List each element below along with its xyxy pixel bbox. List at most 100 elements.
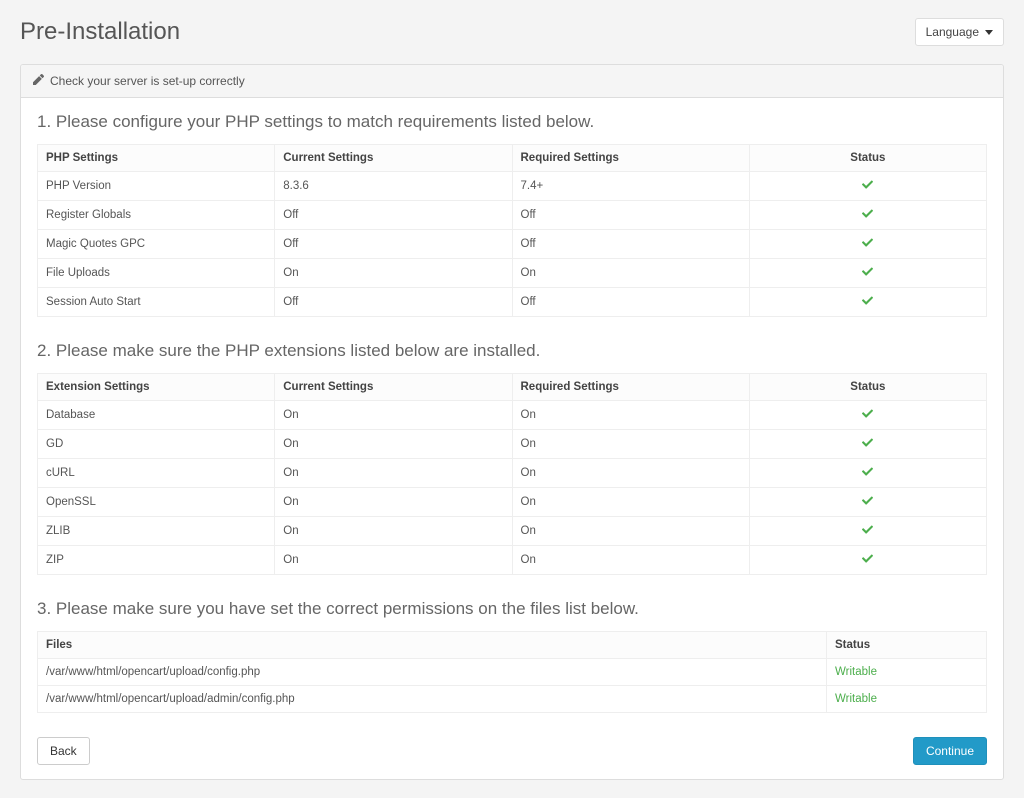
col-status: Status (749, 145, 986, 172)
check-icon (862, 179, 873, 193)
cell-current: Off (275, 201, 512, 230)
cell-name: Magic Quotes GPC (38, 230, 275, 259)
cell-status (749, 288, 986, 317)
continue-button[interactable]: Continue (913, 737, 987, 765)
cell-name: Database (38, 401, 275, 430)
cell-required: On (512, 430, 749, 459)
table-row: ZLIBOnOn (38, 517, 987, 546)
check-icon (862, 208, 873, 222)
cell-status (749, 546, 986, 575)
cell-current: On (275, 430, 512, 459)
status-writable: Writable (835, 666, 877, 678)
col-status: Status (749, 374, 986, 401)
check-icon (862, 295, 873, 309)
col-php-settings: PHP Settings (38, 145, 275, 172)
panel-heading-text: Check your server is set-up correctly (50, 74, 245, 88)
cell-required: 7.4+ (512, 172, 749, 201)
table-header-row: Extension Settings Current Settings Requ… (38, 374, 987, 401)
cell-name: Session Auto Start (38, 288, 275, 317)
extension-settings-table: Extension Settings Current Settings Requ… (37, 373, 987, 575)
cell-required: On (512, 259, 749, 288)
check-icon (862, 266, 873, 280)
cell-current: On (275, 546, 512, 575)
check-icon (862, 553, 873, 567)
table-row: /var/www/html/opencart/upload/config.php… (38, 659, 987, 686)
cell-required: Off (512, 230, 749, 259)
cell-status: Writable (827, 659, 987, 686)
table-row: GDOnOn (38, 430, 987, 459)
cell-status (749, 259, 986, 288)
panel-heading: Check your server is set-up correctly (21, 65, 1003, 98)
table-header-row: PHP Settings Current Settings Required S… (38, 145, 987, 172)
table-row: File UploadsOnOn (38, 259, 987, 288)
cell-name: cURL (38, 459, 275, 488)
table-row: PHP Version8.3.67.4+ (38, 172, 987, 201)
table-row: Magic Quotes GPCOffOff (38, 230, 987, 259)
section-2-heading: 2. Please make sure the PHP extensions l… (37, 341, 987, 361)
cell-name: ZLIB (38, 517, 275, 546)
cell-current: On (275, 517, 512, 546)
cell-status (749, 430, 986, 459)
cell-current: Off (275, 230, 512, 259)
table-row: OpenSSLOnOn (38, 488, 987, 517)
cell-current: Off (275, 288, 512, 317)
cell-required: On (512, 488, 749, 517)
cell-name: GD (38, 430, 275, 459)
cell-required: On (512, 546, 749, 575)
cell-file: /var/www/html/opencart/upload/config.php (38, 659, 827, 686)
language-label: Language (926, 25, 979, 39)
cell-current: On (275, 401, 512, 430)
cell-required: Off (512, 288, 749, 317)
cell-name: File Uploads (38, 259, 275, 288)
check-icon (862, 524, 873, 538)
back-button[interactable]: Back (37, 737, 90, 765)
check-icon (862, 237, 873, 251)
cell-current: On (275, 488, 512, 517)
cell-name: ZIP (38, 546, 275, 575)
page-title: Pre-Installation (20, 18, 180, 46)
language-dropdown[interactable]: Language (915, 18, 1004, 46)
cell-status (749, 172, 986, 201)
cell-status (749, 201, 986, 230)
col-files: Files (38, 632, 827, 659)
col-extension: Extension Settings (38, 374, 275, 401)
table-row: cURLOnOn (38, 459, 987, 488)
section-3-heading: 3. Please make sure you have set the cor… (37, 599, 987, 619)
cell-status (749, 517, 986, 546)
cell-required: On (512, 459, 749, 488)
col-current: Current Settings (275, 374, 512, 401)
cell-name: PHP Version (38, 172, 275, 201)
check-icon (862, 495, 873, 509)
cell-status (749, 488, 986, 517)
cell-status (749, 230, 986, 259)
cell-current: 8.3.6 (275, 172, 512, 201)
cell-current: On (275, 459, 512, 488)
cell-required: Off (512, 201, 749, 230)
col-status: Status (827, 632, 987, 659)
table-row: Session Auto StartOffOff (38, 288, 987, 317)
files-table: Files Status /var/www/html/opencart/uplo… (37, 631, 987, 713)
cell-current: On (275, 259, 512, 288)
cell-status (749, 459, 986, 488)
php-settings-table: PHP Settings Current Settings Required S… (37, 144, 987, 317)
col-current: Current Settings (275, 145, 512, 172)
check-icon (862, 408, 873, 422)
cell-required: On (512, 517, 749, 546)
table-row: /var/www/html/opencart/upload/admin/conf… (38, 686, 987, 713)
check-icon (862, 437, 873, 451)
status-writable: Writable (835, 693, 877, 705)
col-required: Required Settings (512, 374, 749, 401)
cell-status (749, 401, 986, 430)
cell-status: Writable (827, 686, 987, 713)
check-icon (862, 466, 873, 480)
caret-down-icon (985, 30, 993, 35)
table-row: Register GlobalsOffOff (38, 201, 987, 230)
cell-file: /var/www/html/opencart/upload/admin/conf… (38, 686, 827, 713)
table-row: ZIPOnOn (38, 546, 987, 575)
cell-name: OpenSSL (38, 488, 275, 517)
cell-required: On (512, 401, 749, 430)
table-header-row: Files Status (38, 632, 987, 659)
section-1-heading: 1. Please configure your PHP settings to… (37, 112, 987, 132)
pencil-icon (33, 74, 44, 88)
col-required: Required Settings (512, 145, 749, 172)
